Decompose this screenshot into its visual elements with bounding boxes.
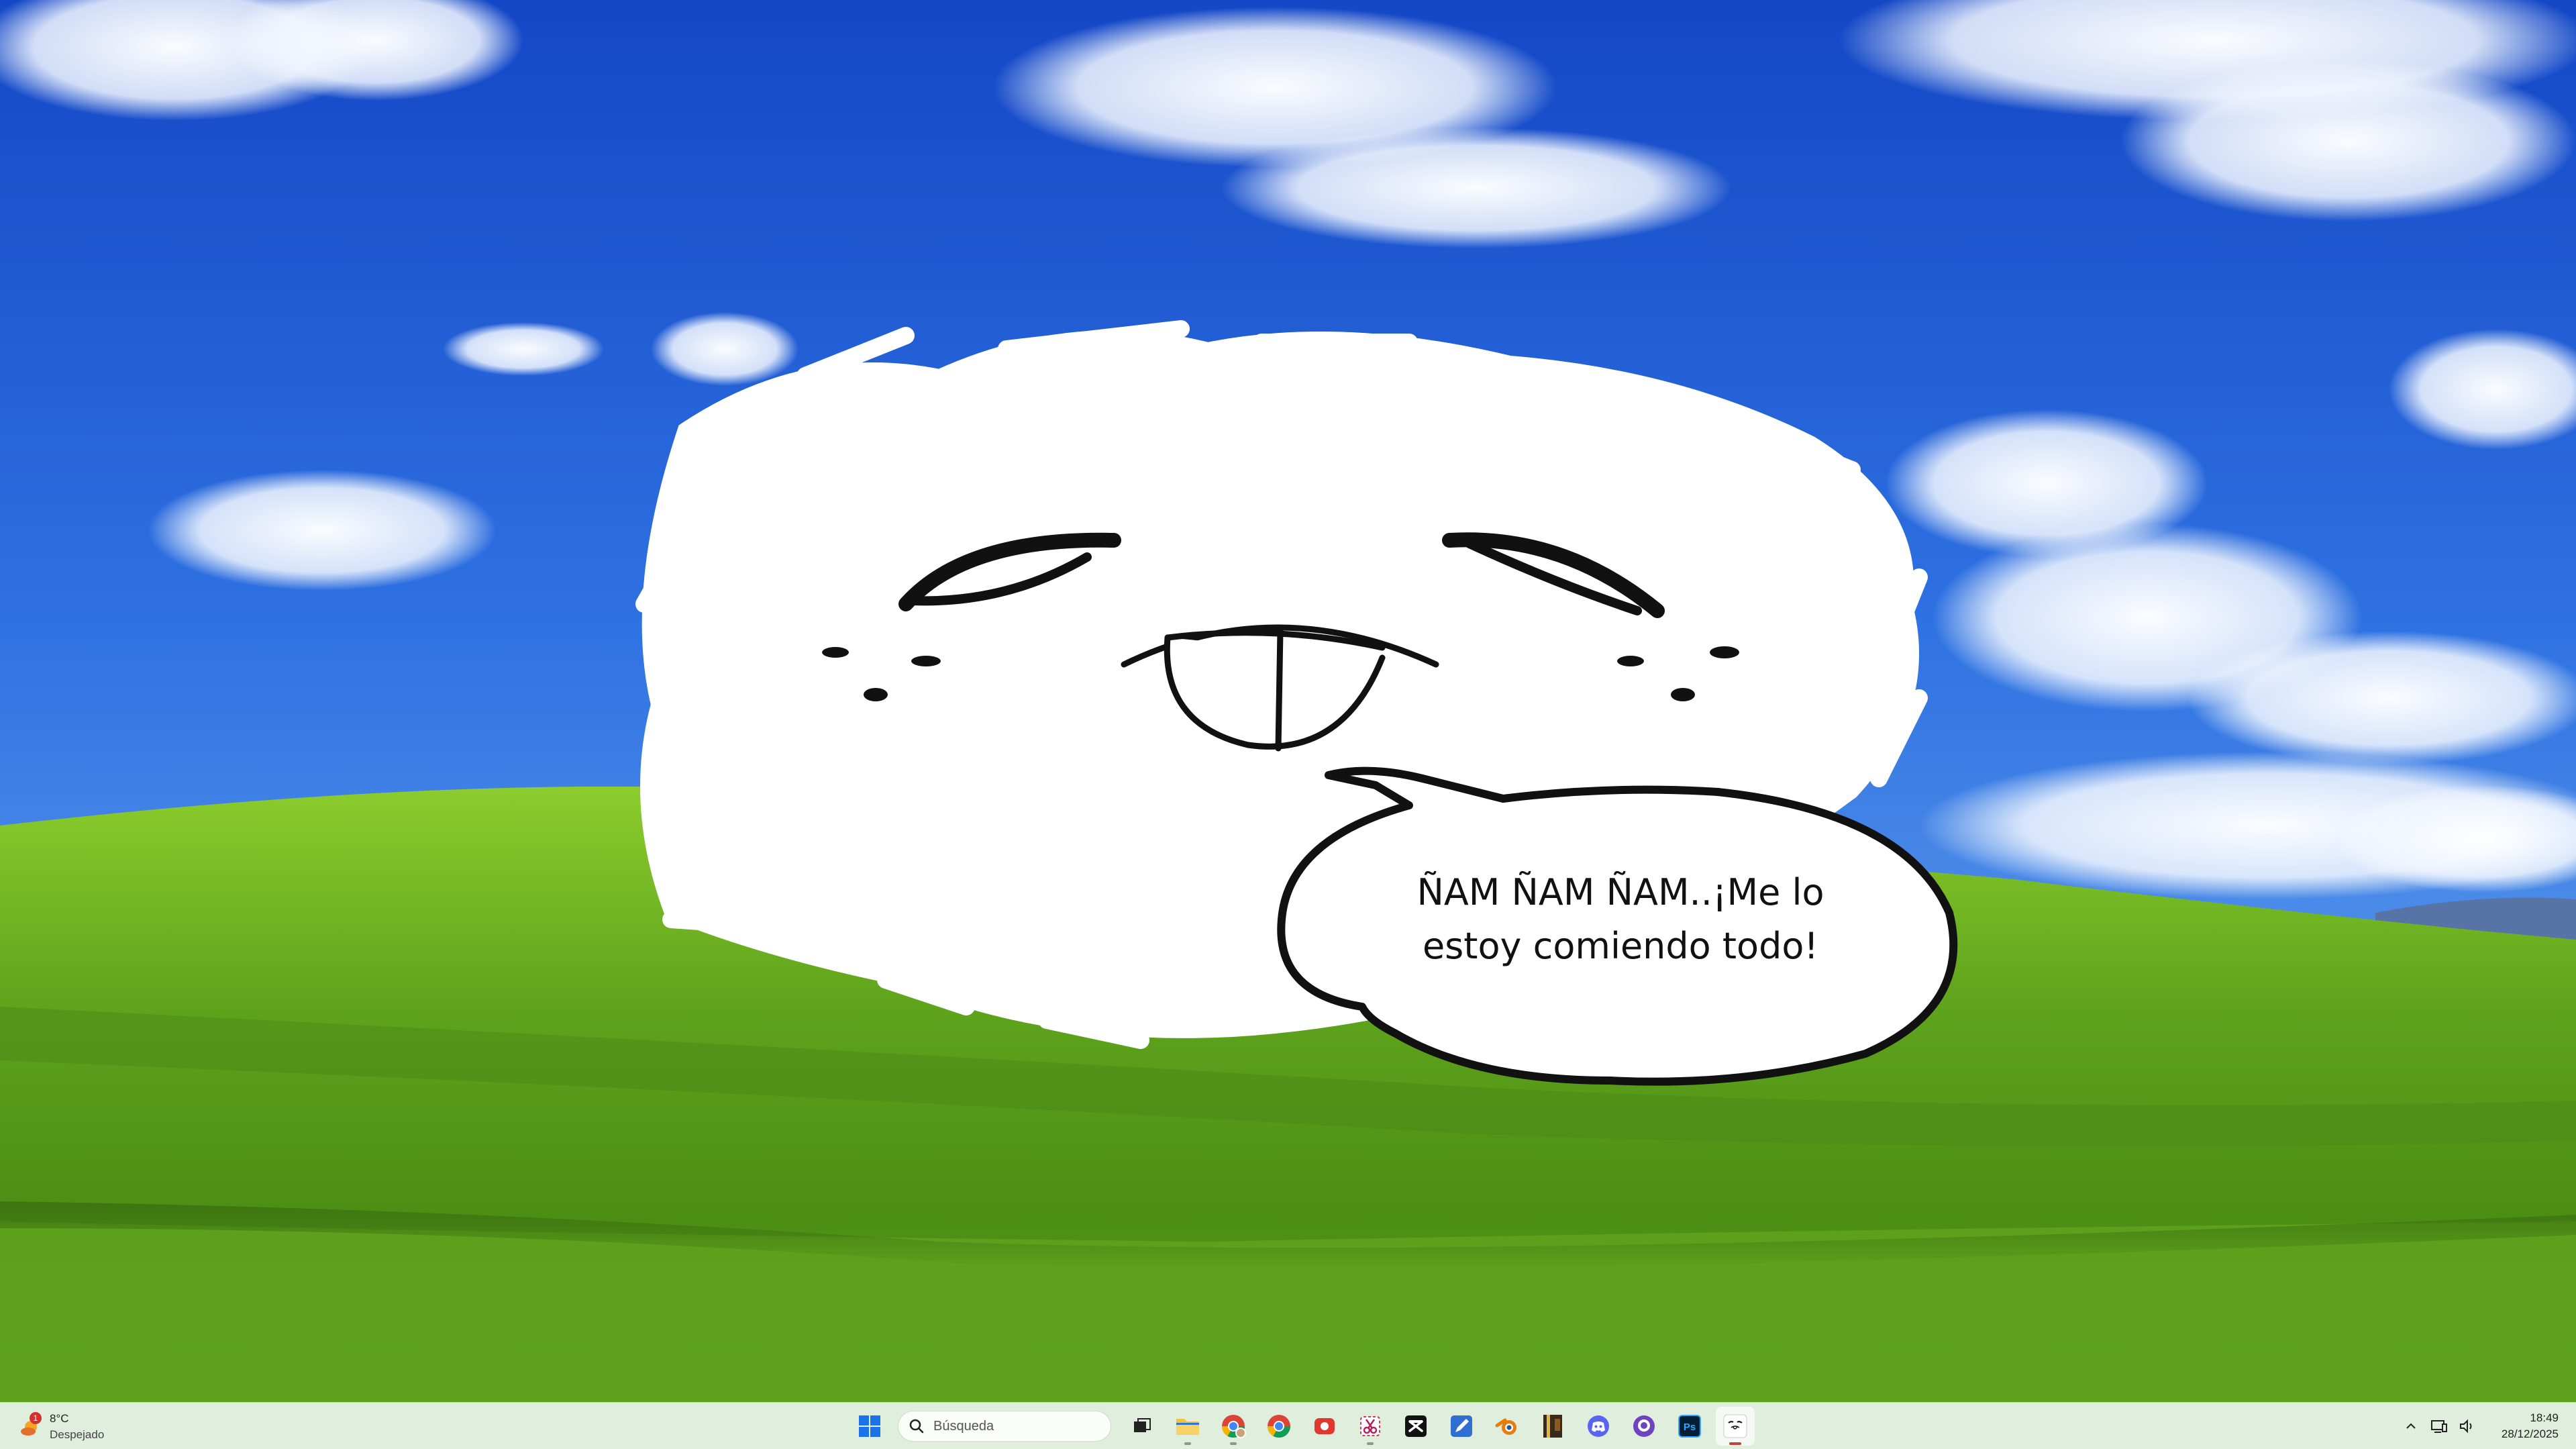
search-icon (909, 1419, 924, 1434)
taskbar-capcut[interactable] (1396, 1407, 1435, 1446)
task-view-icon (1134, 1418, 1151, 1432)
taskbar-snipping-tool[interactable] (1351, 1407, 1390, 1446)
scissors-icon (1360, 1416, 1380, 1436)
tray-overflow-button[interactable] (2400, 1415, 2422, 1438)
github-icon (1633, 1415, 1655, 1437)
discord-icon (1588, 1415, 1609, 1437)
desktop[interactable]: ÑAM ÑAM ÑAM..¡Me lo estoy comiendo todo! (0, 0, 2576, 1402)
chrome-icon (1222, 1415, 1246, 1438)
taskbar: 1 8°C Despejado Búsqueda Ps 18:49 28/12/… (0, 1402, 2576, 1449)
taskbar-file-explorer[interactable] (1168, 1407, 1207, 1446)
weather-condition: Despejado (50, 1428, 105, 1441)
taskbar-chrome[interactable] (1259, 1407, 1298, 1446)
scribble-creature (635, 320, 1958, 1086)
archive-icon (1543, 1415, 1562, 1438)
clock[interactable]: 18:49 28/12/2025 (2502, 1410, 2559, 1442)
face-icon (1723, 1414, 1747, 1438)
blender-icon (1495, 1418, 1516, 1435)
tray-network-button[interactable] (2428, 1415, 2451, 1438)
chrome-icon (1268, 1415, 1290, 1438)
taskbar-photoshop[interactable]: Ps (1670, 1407, 1709, 1446)
taskbar-blender[interactable] (1488, 1407, 1527, 1446)
taskbar-discord[interactable] (1579, 1407, 1618, 1446)
search-input[interactable]: Búsqueda (898, 1411, 1111, 1442)
weather-widget[interactable]: 1 8°C Despejado (16, 1408, 177, 1444)
network-icon (2430, 1420, 2447, 1433)
photoshop-icon: Ps (1678, 1415, 1701, 1438)
search-placeholder: Búsqueda (933, 1418, 994, 1434)
start-button[interactable] (850, 1407, 889, 1446)
folder-icon (1176, 1419, 1199, 1435)
windows-icon (859, 1415, 880, 1437)
speech-bubble-text: ÑAM ÑAM ÑAM..¡Me lo estoy comiendo todo! (1369, 866, 1872, 973)
record-icon (1315, 1418, 1335, 1434)
taskbar-chrome-profile[interactable] (1214, 1407, 1253, 1446)
speaker-icon (2459, 1419, 2472, 1434)
taskbar-overlay-app[interactable] (1716, 1407, 1755, 1446)
tray-volume-button[interactable] (2456, 1415, 2479, 1438)
system-tray: 18:49 28/12/2025 (2397, 1407, 2559, 1446)
taskbar-archive-tool[interactable] (1533, 1407, 1572, 1446)
taskbar-task-view[interactable] (1123, 1407, 1162, 1446)
capcut-icon (1405, 1415, 1427, 1437)
clock-time: 18:49 (2530, 1411, 2559, 1424)
speech-line-1: ÑAM ÑAM ÑAM..¡Me lo (1416, 871, 1824, 913)
chevron-up-icon (2406, 1423, 2416, 1429)
taskbar-center: Búsqueda Ps (847, 1407, 1758, 1446)
pen-icon (1451, 1415, 1472, 1437)
taskbar-github-desktop[interactable] (1625, 1407, 1663, 1446)
weather-badge: 1 (30, 1412, 42, 1424)
speech-line-2: estoy comiendo todo! (1422, 925, 1819, 967)
taskbar-drawing-app[interactable] (1442, 1407, 1481, 1446)
taskbar-screen-recorder[interactable] (1305, 1407, 1344, 1446)
photoshop-label: Ps (1684, 1421, 1696, 1433)
weather-temperature: 8°C (50, 1412, 69, 1425)
clock-date: 28/12/2025 (2501, 1428, 2559, 1440)
